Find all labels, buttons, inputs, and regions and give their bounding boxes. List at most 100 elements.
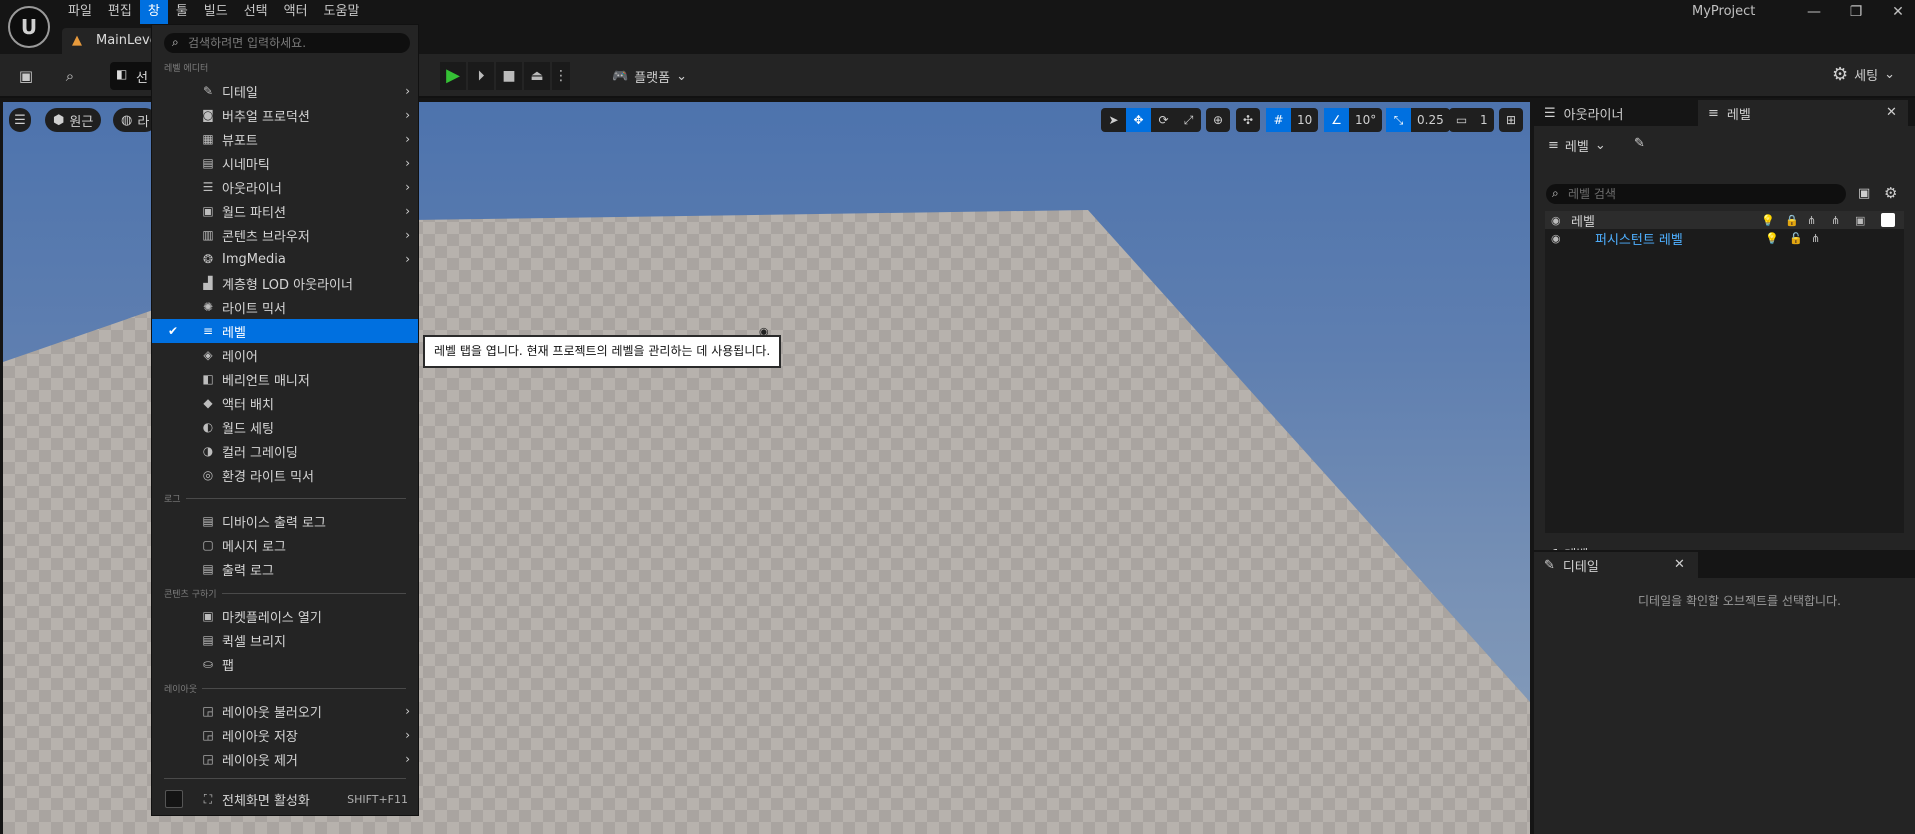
fullscreen-checkbox[interactable] (165, 790, 183, 808)
media-icon: ❂ (202, 252, 214, 266)
menu-item-quixel-bridge[interactable]: ▤ 퀵셀 브리지 (152, 628, 418, 652)
close-icon[interactable]: ✕ (1886, 105, 1897, 120)
viewport-menu-icon[interactable]: ☰ (9, 108, 31, 132)
menu-item-content-browser[interactable]: ▥ 콘텐츠 브라우저 › (152, 223, 418, 247)
menu-item-message-log[interactable]: ▢ 메시지 로그 (152, 533, 418, 557)
platform-button[interactable]: 🎮 플랫폼 ⌄ (612, 62, 687, 90)
menu-item-load-layout[interactable]: ◲ 레이아웃 불러오기 › (152, 699, 418, 723)
restore-icon[interactable]: ❐ (1846, 2, 1866, 22)
mode-select-button[interactable]: ◧ 선 (110, 62, 154, 90)
tab-levels[interactable]: ≡ 레벨 ✕ (1698, 100, 1908, 126)
menu-item-save-layout[interactable]: ◲ 레이아웃 저장 › (152, 723, 418, 747)
level-row-persistent[interactable]: ◉ 퍼시스턴트 레벨 💡 🔓 ⋔ (1545, 229, 1904, 248)
menu-item-world-partition[interactable]: ▣ 월드 파티션 › (152, 199, 418, 223)
stop-icon[interactable]: ■ (496, 62, 522, 90)
menu-search-box[interactable]: ⌕ (164, 33, 410, 53)
menu-item-hlod-outliner[interactable]: ▟ 계층형 LOD 아웃라이너 (152, 271, 418, 295)
menu-file[interactable]: 파일 (60, 0, 100, 24)
level-search-box[interactable]: ⌕ (1546, 184, 1846, 204)
tab-details[interactable]: ✎ 디테일 ✕ (1534, 552, 1698, 578)
rotation-snap-group[interactable]: ∠ 10° (1324, 108, 1383, 132)
grid-snap-group[interactable]: # 10 (1266, 108, 1319, 132)
menu-item-world-settings[interactable]: ◐ 월드 세팅 (152, 415, 418, 439)
menu-edit[interactable]: 편집 (100, 0, 140, 24)
rotation-snap-value[interactable]: 10° (1349, 108, 1382, 132)
marketplace-icon: ▣ (202, 609, 214, 623)
menu-item-virtual-production[interactable]: ◙ 버추얼 프로덕션 › (152, 103, 418, 127)
world-space-icon[interactable]: ⊕ (1206, 108, 1230, 132)
unlock-icon[interactable]: 🔓 (1789, 232, 1803, 245)
lit-sphere-icon: ◍ (121, 112, 133, 128)
menu-item-outliner[interactable]: ☰ 아웃라이너 › (152, 175, 418, 199)
submenu-arrow-icon: › (405, 704, 410, 718)
gear-icon[interactable]: ⚙ (1884, 184, 1897, 202)
menu-select[interactable]: 선택 (236, 0, 276, 24)
rotation-snap-icon[interactable]: ∠ (1324, 108, 1349, 132)
tab-main-level[interactable]: ▲ MainLevel (62, 28, 164, 54)
levels-dropdown[interactable]: ≡ 레벨 ⌄ (1548, 136, 1606, 155)
minimize-icon[interactable]: — (1804, 2, 1824, 22)
streaming-icon: ⋔ (1831, 213, 1841, 227)
launch-icon[interactable]: ⏏ (524, 62, 550, 90)
tab-outliner[interactable]: ☰ 아웃라이너 (1534, 100, 1694, 126)
menu-item-open-marketplace[interactable]: ▣ 마켓플레이스 열기 (152, 604, 418, 628)
grid-snap-icon[interactable]: # (1266, 108, 1291, 132)
surface-snap-icon[interactable]: ✣ (1236, 108, 1260, 132)
scale-snap-group[interactable]: ⤡ 0.25 (1386, 108, 1450, 132)
window-menu-dropdown: ⌕ 레벨 에디터 ✎ 디테일 › ◙ 버추얼 프로덕션 › ▦ 뷰포트 › ▤ … (151, 24, 419, 816)
close-window-icon[interactable]: ✕ (1888, 2, 1908, 22)
menu-item-light-mixer[interactable]: ✺ 라이트 믹서 (152, 295, 418, 319)
scale-snap-value[interactable]: 0.25 (1411, 108, 1450, 132)
menu-search-input[interactable] (188, 34, 403, 52)
menu-build[interactable]: 빌드 (196, 0, 236, 24)
menu-item-color-grading[interactable]: ◑ 컬러 그레이딩 (152, 439, 418, 463)
menu-tools[interactable]: 툴 (168, 0, 196, 24)
menu-item-variant-manager[interactable]: ◧ 베리언트 매니저 (152, 367, 418, 391)
select-icon[interactable]: ➤ (1101, 108, 1126, 132)
scale-snap-icon[interactable]: ⤡ (1386, 108, 1411, 132)
lighting-icon[interactable]: 💡 (1765, 232, 1779, 245)
menu-item-place-actors[interactable]: ◆ 액터 배치 (152, 391, 418, 415)
brush-icon[interactable]: ✎ (1634, 136, 1645, 151)
camera-icon[interactable]: ▭ (1449, 108, 1474, 132)
menu-item-details[interactable]: ✎ 디테일 › (152, 79, 418, 103)
menu-actor[interactable]: 액터 (276, 0, 316, 24)
menu-item-viewport[interactable]: ▦ 뷰포트 › (152, 127, 418, 151)
add-level-icon[interactable]: ▣ (1858, 186, 1870, 201)
camera-speed-value[interactable]: 1 (1474, 108, 1494, 132)
menu-item-fab[interactable]: ⛀ 팹 (152, 652, 418, 676)
browse-icon[interactable]: ⌕ (58, 64, 82, 88)
camera-speed-group[interactable]: ▭ 1 (1449, 108, 1494, 132)
step-icon[interactable]: ⏵ (468, 62, 494, 90)
save-icon[interactable]: ▣ (14, 64, 38, 88)
grid-snap-value[interactable]: 10 (1291, 108, 1318, 132)
play-options-icon[interactable]: ⋮ (552, 62, 570, 90)
menu-item-imgmedia[interactable]: ❂ ImgMedia › (152, 247, 418, 271)
eye-icon[interactable]: ◉ (1551, 214, 1561, 227)
menu-item-cinematics[interactable]: ▤ 시네마틱 › (152, 151, 418, 175)
menu-item-device-output-log[interactable]: ▤ 디바이스 출력 로그 (152, 509, 418, 533)
menu-item-remove-layout[interactable]: ◲ 레이아웃 제거 › (152, 747, 418, 771)
maximize-viewport-icon[interactable]: ⊞ (1499, 108, 1523, 132)
rotate-icon[interactable]: ⟳ (1151, 108, 1176, 132)
scale-icon[interactable]: ⤢ (1176, 108, 1201, 132)
settings-button[interactable]: ⚙ 세팅 ⌄ (1832, 64, 1895, 85)
play-icon[interactable]: ▶ (440, 62, 466, 90)
menu-item-label: 월드 세팅 (222, 421, 274, 437)
menu-item-layers[interactable]: ◈ 레이어 (152, 343, 418, 367)
close-icon[interactable]: ✕ (1674, 557, 1685, 572)
menu-item-levels[interactable]: ✔ ≡ 레벨 (152, 319, 418, 343)
unreal-logo-icon[interactable]: U (8, 6, 50, 48)
menu-item-label: ImgMedia (222, 251, 286, 267)
network-icon[interactable]: ⋔ (1811, 232, 1820, 245)
color-swatch (1881, 213, 1895, 227)
eye-icon[interactable]: ◉ (1551, 232, 1561, 245)
menu-help[interactable]: 도움말 (316, 0, 368, 24)
menu-item-env-light-mixer[interactable]: ◎ 환경 라이트 믹서 (152, 463, 418, 487)
translate-icon[interactable]: ✥ (1126, 108, 1151, 132)
menu-item-output-log[interactable]: ▤ 출력 로그 (152, 557, 418, 581)
perspective-button[interactable]: ⬢ 원근 (45, 108, 102, 132)
level-search-input[interactable] (1568, 185, 1838, 203)
menu-window[interactable]: 창 (139, 0, 168, 24)
menu-item-fullscreen[interactable]: ⛶ 전체화면 활성화 SHIFT+F11 (152, 784, 418, 814)
